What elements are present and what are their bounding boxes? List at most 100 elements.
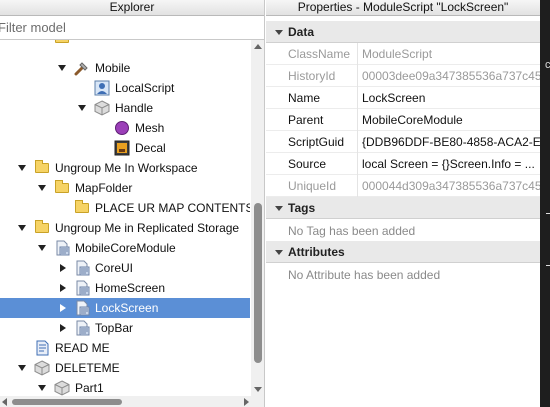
modulescript-icon (74, 260, 90, 276)
expand-arrow-down-icon[interactable] (18, 225, 26, 231)
property-value[interactable]: LockScreen (362, 91, 425, 105)
tree-row[interactable]: PLACE UR MAP CONTENTS (0, 198, 250, 218)
section-data-header[interactable]: Data (266, 21, 540, 43)
tree-row[interactable]: MapFolder (0, 178, 250, 198)
filter-model-input[interactable] (0, 16, 262, 38)
tree-row-label: DELETEME (55, 361, 120, 375)
column-divider (357, 87, 358, 109)
tree-row[interactable]: CoreUI (0, 258, 250, 278)
column-divider (357, 109, 358, 131)
section-tags-title: Tags (288, 201, 316, 215)
property-row[interactable]: Parent MobileCoreModule (266, 109, 540, 131)
tree-row[interactable]: HomeScreen (0, 278, 250, 298)
folder-icon (75, 200, 89, 213)
collapse-arrow-icon[interactable] (275, 206, 283, 211)
property-row[interactable]: Source local Screen = {}Screen.Info = ... (266, 153, 540, 175)
tree-row[interactable] (0, 40, 250, 58)
scroll-up-arrow-icon[interactable] (254, 44, 262, 49)
expand-arrow-down-icon[interactable] (58, 65, 66, 71)
tree-row[interactable]: LockScreen (0, 298, 250, 318)
expand-arrow-down-icon[interactable] (18, 365, 26, 371)
expand-arrow-down-icon[interactable] (78, 105, 86, 111)
tree-row[interactable]: Mobile (0, 58, 250, 78)
tree-row-label: Ungroup Me in Replicated Storage (55, 221, 240, 235)
property-value: ModuleScript (362, 47, 433, 61)
folder-icon (55, 180, 69, 193)
folder-icon (35, 220, 49, 233)
tree-row[interactable]: LocalScript (0, 78, 250, 98)
folder-icon (35, 160, 49, 173)
collapse-arrow-icon[interactable] (275, 250, 283, 255)
tree-row-label: Decal (135, 141, 166, 155)
model-icon (34, 360, 50, 376)
modulescript-icon (74, 300, 90, 316)
expand-arrow-down-icon[interactable] (38, 185, 46, 191)
expand-arrow-right-icon[interactable] (60, 264, 66, 272)
script-icon (34, 340, 50, 356)
expand-arrow-right-icon[interactable] (60, 304, 66, 312)
property-name: HistoryId (288, 69, 336, 83)
vertical-scrollbar[interactable] (251, 40, 264, 396)
attributes-empty-note: No Attribute has been added (288, 268, 441, 282)
tree-row[interactable]: TopBar (0, 318, 250, 338)
adjacent-window-edge: c (540, 0, 550, 407)
tree-row[interactable]: Decal (0, 138, 250, 158)
filter-bar (0, 16, 264, 40)
column-divider (357, 43, 358, 65)
column-divider (357, 131, 358, 153)
tree-row-label: Part1 (75, 381, 104, 395)
section-attributes-header[interactable]: Attributes (266, 241, 540, 263)
property-value[interactable]: local Screen = {}Screen.Info = ... (362, 157, 535, 171)
property-name: ScriptGuid (288, 135, 345, 149)
modulescript-icon (74, 320, 90, 336)
section-tags-header[interactable]: Tags (266, 197, 540, 219)
tree-row[interactable]: READ ME (0, 338, 250, 358)
mesh-icon (114, 120, 130, 136)
tree-row[interactable]: Handle (0, 98, 250, 118)
tool-icon (74, 60, 90, 76)
property-name: Source (288, 157, 327, 171)
property-name: ClassName (288, 47, 351, 61)
tree-row[interactable]: Ungroup Me In Workspace (0, 158, 250, 178)
expand-arrow-down-icon[interactable] (38, 385, 46, 391)
property-value[interactable]: {DDB96DDF-BE80-4858-ACA2-E (362, 135, 540, 149)
tree-row[interactable]: MobileCoreModule (0, 238, 250, 258)
expand-arrow-right-icon[interactable] (60, 324, 66, 332)
tree-row-label: CoreUI (95, 261, 134, 275)
property-row: ClassName ModuleScript (266, 43, 540, 65)
tags-empty-note: No Tag has been added (288, 224, 416, 238)
tree-row[interactable]: Mesh (0, 118, 250, 138)
tree-row-label: MobileCoreModule (75, 241, 176, 255)
part-icon (94, 100, 110, 116)
collapse-arrow-icon[interactable] (275, 30, 283, 35)
property-value[interactable]: MobileCoreModule (362, 113, 463, 127)
tree-row-label: READ ME (55, 341, 110, 355)
scroll-left-arrow-icon[interactable] (2, 398, 7, 406)
tree-row-label: LockScreen (95, 301, 159, 315)
property-row[interactable]: Name LockScreen (266, 87, 540, 109)
properties-title: Properties - ModuleScript "LockScreen" (266, 0, 540, 16)
property-value: 00003dee09a347385536a737c45 (362, 69, 540, 83)
expand-arrow-down-icon[interactable] (18, 165, 26, 171)
expand-arrow-right-icon[interactable] (60, 284, 66, 292)
property-value: 000044d309a347385536a737c45 (362, 179, 540, 193)
tree-row-label: PLACE UR MAP CONTENTS (95, 201, 250, 215)
property-name: UniqueId (288, 179, 337, 193)
property-row[interactable]: ScriptGuid {DDB96DDF-BE80-4858-ACA2-E (266, 131, 540, 153)
expand-arrow-down-icon[interactable] (38, 245, 46, 251)
tree-row[interactable]: Ungroup Me in Replicated Storage (0, 218, 250, 238)
scroll-down-arrow-icon[interactable] (254, 387, 262, 392)
tree-row-label: LocalScript (115, 81, 175, 95)
column-divider (357, 153, 358, 175)
modulescript-icon (74, 280, 90, 296)
vertical-scroll-thumb[interactable] (254, 203, 262, 363)
tree-row[interactable]: Part1 (0, 378, 250, 396)
tree-row-label: Mobile (95, 61, 131, 75)
property-row: HistoryId 00003dee09a347385536a737c45 (266, 65, 540, 87)
scroll-right-arrow-icon[interactable] (244, 398, 249, 406)
tree-row[interactable]: DELETEME (0, 358, 250, 378)
horizontal-scroll-thumb[interactable] (12, 399, 122, 405)
horizontal-scrollbar[interactable] (0, 396, 264, 407)
decal-icon (114, 140, 130, 156)
part-icon (54, 380, 70, 396)
